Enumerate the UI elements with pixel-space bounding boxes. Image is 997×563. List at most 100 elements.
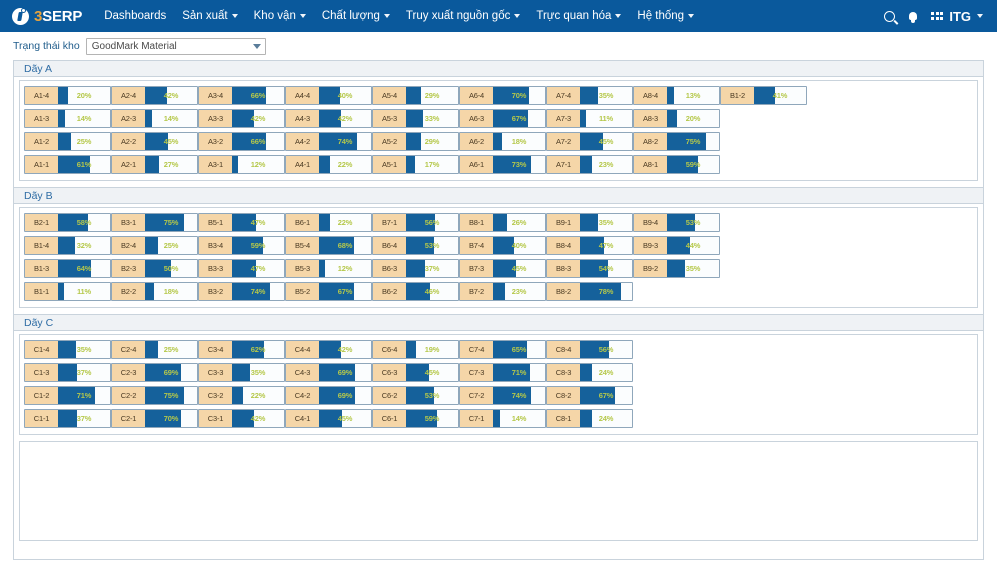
storage-slot[interactable]: A2-314% <box>111 109 198 128</box>
nav-item-chat-luong[interactable]: Chất lượng <box>314 5 398 27</box>
storage-slot[interactable]: B2-158% <box>24 213 111 232</box>
storage-slot[interactable]: A7-311% <box>546 109 633 128</box>
storage-slot[interactable]: B5-312% <box>285 259 372 278</box>
storage-slot[interactable]: B8-278% <box>546 282 633 301</box>
storage-slot[interactable]: C2-275% <box>111 386 198 405</box>
storage-slot[interactable]: C4-442% <box>285 340 372 359</box>
storage-slot[interactable]: B1-111% <box>24 282 111 301</box>
storage-slot[interactable]: B8-447% <box>546 236 633 255</box>
storage-slot[interactable]: A6-367% <box>459 109 546 128</box>
storage-slot[interactable]: B5-147% <box>198 213 285 232</box>
storage-slot[interactable]: A7-123% <box>546 155 633 174</box>
storage-slot[interactable]: B7-223% <box>459 282 546 301</box>
storage-slot[interactable]: C1-271% <box>24 386 111 405</box>
storage-slot[interactable]: A8-275% <box>633 132 720 151</box>
storage-slot[interactable]: C3-142% <box>198 409 285 428</box>
nav-item-he-thong[interactable]: Hệ thống <box>629 5 702 27</box>
storage-slot[interactable]: C4-369% <box>285 363 372 382</box>
storage-slot[interactable]: B3-175% <box>111 213 198 232</box>
storage-slot[interactable]: A8-413% <box>633 86 720 105</box>
storage-slot[interactable]: A5-333% <box>372 109 459 128</box>
storage-slot[interactable]: A5-429% <box>372 86 459 105</box>
nav-item-san-xuat[interactable]: Sản xuất <box>174 5 245 27</box>
search-icon[interactable] <box>884 11 895 22</box>
storage-slot[interactable]: A8-320% <box>633 109 720 128</box>
storage-slot[interactable]: A1-161% <box>24 155 111 174</box>
storage-slot[interactable]: C2-170% <box>111 409 198 428</box>
storage-slot[interactable]: C4-145% <box>285 409 372 428</box>
storage-slot[interactable]: A7-245% <box>546 132 633 151</box>
storage-slot[interactable]: C7-465% <box>459 340 546 359</box>
nav-item-kho-van[interactable]: Kho vận <box>246 5 314 27</box>
storage-slot[interactable]: C3-335% <box>198 363 285 382</box>
warehouse-status-select[interactable]: GoodMark Material <box>86 38 266 55</box>
bell-icon[interactable] <box>908 11 918 22</box>
storage-slot[interactable]: A2-127% <box>111 155 198 174</box>
storage-slot[interactable]: B2-350% <box>111 259 198 278</box>
storage-slot[interactable]: C6-253% <box>372 386 459 405</box>
storage-slot[interactable]: B1-364% <box>24 259 111 278</box>
nav-item-truy-xuat-nguon-goc[interactable]: Truy xuất nguồn gốc <box>398 5 528 27</box>
storage-slot[interactable]: C1-337% <box>24 363 111 382</box>
storage-slot[interactable]: A1-314% <box>24 109 111 128</box>
storage-slot[interactable]: B6-122% <box>285 213 372 232</box>
storage-slot[interactable]: C7-114% <box>459 409 546 428</box>
storage-slot[interactable]: B2-218% <box>111 282 198 301</box>
storage-slot[interactable]: B9-235% <box>633 259 720 278</box>
user-menu[interactable]: ITG <box>931 9 983 24</box>
storage-slot[interactable]: C6-159% <box>372 409 459 428</box>
storage-slot[interactable]: B9-135% <box>546 213 633 232</box>
storage-slot[interactable]: C8-267% <box>546 386 633 405</box>
storage-slot[interactable]: A3-112% <box>198 155 285 174</box>
storage-slot[interactable]: A3-266% <box>198 132 285 151</box>
storage-slot[interactable]: A6-173% <box>459 155 546 174</box>
storage-slot[interactable]: B8-354% <box>546 259 633 278</box>
storage-slot[interactable]: B8-126% <box>459 213 546 232</box>
storage-slot[interactable]: B1-432% <box>24 236 111 255</box>
storage-slot[interactable]: B6-453% <box>372 236 459 255</box>
storage-slot[interactable]: A1-420% <box>24 86 111 105</box>
storage-slot[interactable]: B7-156% <box>372 213 459 232</box>
storage-slot[interactable]: C3-462% <box>198 340 285 359</box>
storage-slot[interactable]: C1-435% <box>24 340 111 359</box>
storage-slot[interactable]: C7-371% <box>459 363 546 382</box>
storage-slot[interactable]: C2-369% <box>111 363 198 382</box>
storage-slot[interactable]: B9-344% <box>633 236 720 255</box>
storage-slot[interactable]: A5-117% <box>372 155 459 174</box>
storage-slot[interactable]: A2-245% <box>111 132 198 151</box>
nav-item-truc-quan-hoa[interactable]: Trực quan hóa <box>528 5 629 27</box>
storage-slot[interactable]: A3-466% <box>198 86 285 105</box>
storage-slot[interactable]: B6-246% <box>372 282 459 301</box>
grid-apps-icon[interactable] <box>931 12 943 20</box>
storage-slot[interactable]: A1-225% <box>24 132 111 151</box>
storage-slot[interactable]: C4-269% <box>285 386 372 405</box>
storage-slot[interactable]: B7-345% <box>459 259 546 278</box>
storage-slot[interactable]: A7-435% <box>546 86 633 105</box>
storage-slot[interactable]: C6-419% <box>372 340 459 359</box>
storage-slot[interactable]: A5-229% <box>372 132 459 151</box>
storage-slot[interactable]: A3-342% <box>198 109 285 128</box>
storage-slot[interactable]: B9-453% <box>633 213 720 232</box>
storage-slot[interactable]: A4-274% <box>285 132 372 151</box>
storage-slot[interactable]: C8-124% <box>546 409 633 428</box>
storage-slot[interactable]: A8-159% <box>633 155 720 174</box>
storage-slot[interactable]: A2-442% <box>111 86 198 105</box>
storage-slot[interactable]: B5-267% <box>285 282 372 301</box>
storage-slot[interactable]: B3-347% <box>198 259 285 278</box>
storage-slot[interactable]: B3-274% <box>198 282 285 301</box>
storage-slot[interactable]: B1-241% <box>720 86 807 105</box>
storage-slot[interactable]: A4-440% <box>285 86 372 105</box>
storage-slot[interactable]: C8-456% <box>546 340 633 359</box>
brand-logo[interactable]: 3SERP <box>12 8 82 25</box>
storage-slot[interactable]: B2-425% <box>111 236 198 255</box>
storage-slot[interactable]: C3-222% <box>198 386 285 405</box>
storage-slot[interactable]: C1-137% <box>24 409 111 428</box>
storage-slot[interactable]: B7-440% <box>459 236 546 255</box>
storage-slot[interactable]: B3-459% <box>198 236 285 255</box>
storage-slot[interactable]: A4-122% <box>285 155 372 174</box>
storage-slot[interactable]: A4-342% <box>285 109 372 128</box>
storage-slot[interactable]: C2-425% <box>111 340 198 359</box>
storage-slot[interactable]: A6-218% <box>459 132 546 151</box>
storage-slot[interactable]: A6-470% <box>459 86 546 105</box>
storage-slot[interactable]: C7-274% <box>459 386 546 405</box>
